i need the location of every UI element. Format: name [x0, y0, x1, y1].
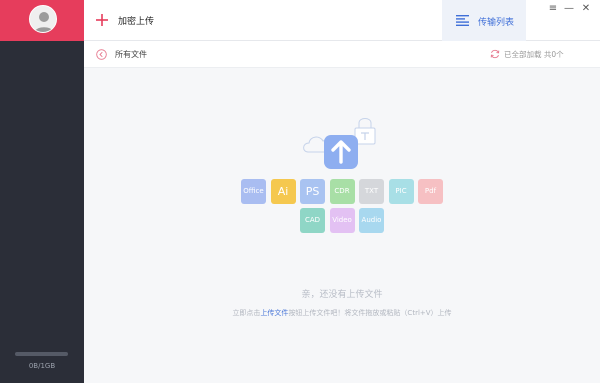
encrypted-upload-button[interactable]: 加密上传 — [118, 14, 154, 27]
file-type-tile-video: Video — [329, 208, 355, 233]
file-type-tile-ai: Ai — [270, 179, 296, 204]
sidebar-header — [0, 0, 84, 41]
upload-file-link[interactable]: 上传文件 — [260, 309, 288, 317]
sidebar: 0B/1GB — [0, 0, 84, 383]
cloud-upload-illustration — [303, 118, 376, 169]
file-list-area[interactable]: Office Ai PS CDR TXT PIC Pdf CAD Video Audio 亲，还没… — [84, 68, 600, 383]
user-icon — [30, 6, 56, 32]
file-type-tile-txt: TXT — [359, 179, 384, 204]
lock-icon — [358, 118, 372, 128]
avatar[interactable] — [29, 5, 57, 33]
file-type-tile-cdr: CDR — [329, 179, 355, 204]
file-type-tile-pic: PIC — [388, 179, 414, 204]
file-type-tile-pdf: Pdf — [418, 179, 443, 204]
hint-prefix: 立即点击 — [232, 309, 261, 317]
refresh-icon[interactable] — [490, 49, 500, 59]
breadcrumb: 所有文件 已全部加载 共0个 — [84, 41, 600, 68]
tab-transfer-label: 传输列表 — [478, 18, 515, 28]
load-status: 已全部加载 共0个 — [504, 50, 564, 59]
list-icon — [456, 15, 469, 26]
hint-suffix: 按钮上传文件吧！将文件拖放或粘贴（Ctrl+V）上传 — [288, 309, 452, 317]
breadcrumb-all-files[interactable]: 所有文件 — [115, 49, 147, 60]
file-type-tile-office: Office — [241, 179, 266, 204]
menu-icon[interactable]: ≡ — [547, 3, 559, 15]
back-arrow-icon[interactable] — [96, 49, 107, 60]
tab-transfer-list[interactable]: 传输列表 — [442, 0, 526, 41]
file-type-tile-ps: PS — [300, 179, 325, 204]
file-type-tile-audio: Audio — [359, 208, 384, 233]
minimize-button[interactable]: — — [563, 3, 575, 15]
file-type-tile-cad: CAD — [300, 208, 325, 233]
plus-icon[interactable] — [96, 14, 108, 26]
storage-text: 0B/1GB — [28, 362, 56, 370]
empty-state-title: 亲，还没有上传文件 — [301, 290, 383, 300]
storage-bar — [15, 352, 68, 356]
top-toolbar: 加密上传 传输列表 ≡ — ✕ — [84, 0, 600, 41]
close-button[interactable]: ✕ — [580, 3, 592, 15]
empty-state-hint: 立即点击上传文件按钮上传文件吧！将文件拖放或粘贴（Ctrl+V）上传 — [84, 308, 600, 318]
